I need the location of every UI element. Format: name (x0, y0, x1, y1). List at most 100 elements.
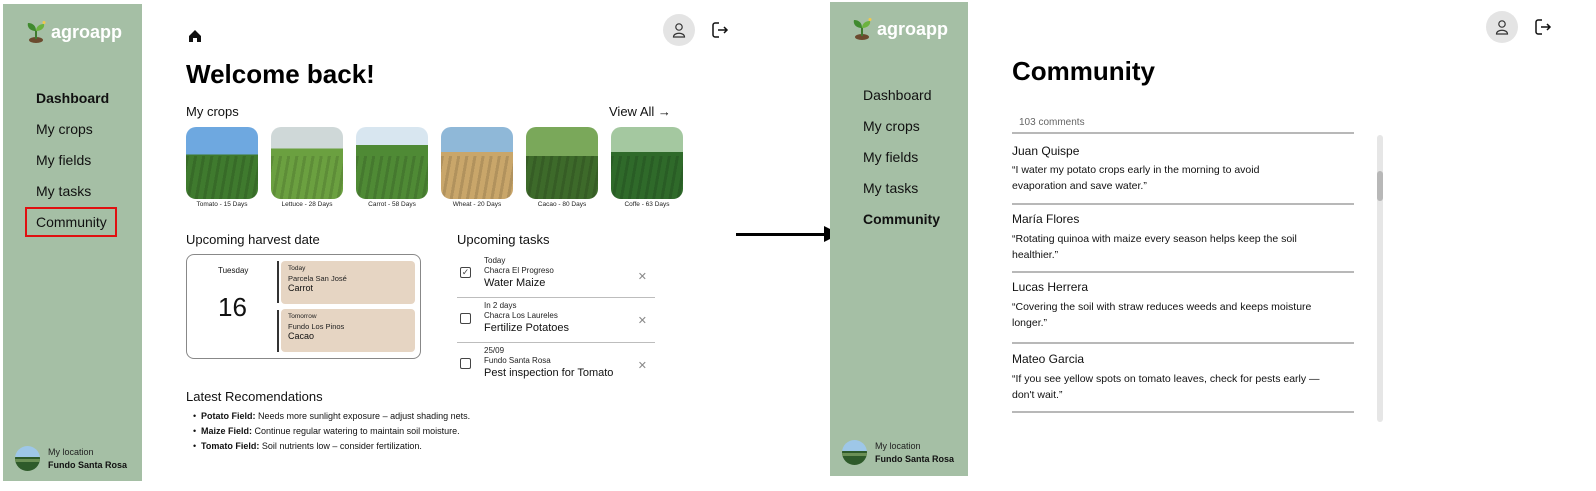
close-icon[interactable]: ✕ (638, 314, 647, 327)
comments-scrollbar[interactable] (1377, 135, 1383, 422)
sprout-icon (27, 21, 46, 43)
crop-caption: Tomato - 15 Days (196, 201, 248, 208)
task-where: Chacra El Progreso (484, 266, 554, 275)
crop-caption: Coffe - 63 Days (624, 201, 670, 208)
comment-text-line: healthier.” (1012, 249, 1059, 261)
sidebar-nav: Dashboard My crops My fields My tasks Co… (863, 85, 940, 240)
task-row: In 2 days Chacra Los Laureles Fertilize … (457, 298, 655, 343)
community-title: Community (1012, 56, 1155, 86)
task-checkbox[interactable]: ✓ (460, 267, 471, 278)
location-widget[interactable]: My location Fundo Santa Rosa (842, 440, 954, 465)
task-when: Today (484, 256, 506, 265)
transition-arrow-line (736, 233, 830, 236)
crop-card-tomato[interactable]: Tomato - 15 Days (186, 127, 258, 208)
nav-my-tasks[interactable]: My tasks (863, 178, 940, 209)
task-row: 25/09 Fundo Santa Rosa Pest inspection f… (457, 343, 655, 388)
scrollbar-thumb[interactable] (1377, 171, 1383, 201)
harvest-item-where: Fundo Los Pinos (288, 322, 345, 331)
crop-image (186, 127, 258, 199)
comment-author: María Flores (1012, 212, 1080, 226)
rec-label: Potato Field: (201, 411, 256, 421)
brand-logo[interactable]: agroapp (851, 17, 948, 41)
crop-card-coffe[interactable]: Coffe - 63 Days (611, 127, 683, 208)
nav-my-fields[interactable]: My fields (36, 150, 109, 181)
comment-divider (1012, 342, 1354, 344)
task-where: Chacra Los Laureles (484, 311, 558, 320)
comment-list: Juan Quispe “I water my potato crops ear… (1012, 132, 1354, 417)
rec-text: Soil nutrients low – consider fertilizat… (259, 441, 422, 451)
task-row: ✓ Today Chacra El Progreso Water Maize ✕ (457, 253, 655, 298)
comment-text-line: “If you see yellow spots on tomato leave… (1012, 373, 1320, 385)
logout-icon[interactable] (710, 20, 730, 40)
crop-card-carrot[interactable]: Carrot - 58 Days (356, 127, 428, 208)
crop-image (441, 127, 513, 199)
right-sidebar: agroapp Dashboard My crops My fields My … (830, 2, 968, 476)
brand-name: agroapp (51, 21, 123, 42)
recommendation-item: Maize Field: Continue regular watering t… (193, 425, 470, 440)
crop-card-cacao[interactable]: Cacao - 80 Days (526, 127, 598, 208)
user-icon (1495, 20, 1509, 35)
task-when: 25/09 (484, 346, 505, 355)
crop-caption: Lettuce - 28 Days (281, 201, 333, 208)
location-avatar (842, 440, 867, 465)
view-all-link[interactable]: View All → (609, 104, 671, 119)
recommendation-item: Tomato Field: Soil nutrients low – consi… (193, 440, 470, 455)
profile-button[interactable] (1486, 11, 1518, 43)
comments-count: 103 comments (1019, 117, 1085, 128)
rec-label: Tomato Field: (201, 441, 260, 451)
rec-text: Continue regular watering to maintain so… (252, 426, 460, 436)
harvest-card: Tuesday 16 Today Parcela San José Carrot… (186, 254, 421, 359)
close-icon[interactable]: ✕ (638, 359, 647, 372)
location-label: My location (48, 447, 94, 457)
tasks-title: Upcoming tasks (457, 232, 550, 247)
task-when: In 2 days (484, 301, 517, 310)
rec-text: Needs more sunlight exposure – adjust sh… (255, 411, 471, 421)
task-checkbox[interactable] (460, 313, 471, 324)
rec-label: Maize Field: (201, 426, 253, 436)
brand-logo[interactable]: agroapp (25, 20, 122, 44)
profile-button[interactable] (663, 14, 695, 46)
location-name: Fundo Santa Rosa (48, 460, 128, 470)
crop-card-lettuce[interactable]: Lettuce - 28 Days (271, 127, 343, 208)
recommendations-list: Potato Field: Needs more sunlight exposu… (193, 410, 470, 455)
comment-author: Mateo Garcia (1012, 352, 1085, 366)
crop-image (526, 127, 598, 199)
location-avatar (15, 446, 40, 471)
harvest-item[interactable]: Tomorrow Fundo Los Pinos Cacao (281, 309, 415, 352)
crop-image (611, 127, 683, 199)
nav-dashboard[interactable]: Dashboard (863, 85, 940, 116)
task-checkbox[interactable] (460, 358, 471, 369)
comment-text-line: longer.” (1012, 317, 1048, 329)
close-icon[interactable]: ✕ (638, 270, 647, 283)
recommendation-item: Potato Field: Needs more sunlight exposu… (193, 410, 470, 425)
brand-name: agroapp (877, 18, 949, 39)
nav-my-crops[interactable]: My crops (863, 116, 940, 147)
comment-author: Juan Quispe (1012, 144, 1080, 158)
comment-divider (1012, 411, 1354, 413)
task-name: Water Maize (484, 277, 546, 289)
harvest-item-when: Today (288, 265, 306, 272)
comment-text-line: “Covering the soil with straw reduces we… (1012, 301, 1312, 313)
crop-caption: Cacao - 80 Days (537, 201, 587, 208)
harvest-item-where: Parcela San José (288, 274, 347, 283)
task-where: Fundo Santa Rosa (484, 356, 551, 365)
community-highlight-box (25, 207, 117, 237)
task-name: Fertilize Potatoes (484, 322, 569, 334)
nav-community[interactable]: Community (863, 209, 940, 240)
harvest-divider (277, 261, 279, 303)
nav-my-fields[interactable]: My fields (863, 147, 940, 178)
comment-text-line: evaporation and save water.” (1012, 180, 1147, 192)
harvest-date: 16 (218, 292, 247, 322)
nav-my-crops[interactable]: My crops (36, 119, 109, 150)
logout-icon[interactable] (1533, 17, 1553, 37)
harvest-item[interactable]: Today Parcela San José Carrot (281, 261, 415, 304)
comment-text-line: “Rotating quinoa with maize every season… (1012, 233, 1297, 245)
location-widget[interactable]: My location Fundo Santa Rosa (15, 446, 127, 471)
comment-divider (1012, 132, 1354, 134)
left-sidebar: agroapp Dashboard My crops My fields My … (3, 4, 142, 481)
task-list: ✓ Today Chacra El Progreso Water Maize ✕… (457, 253, 655, 388)
crop-card-wheat[interactable]: Wheat - 20 Days (441, 127, 513, 208)
comment-divider (1012, 271, 1354, 273)
nav-dashboard[interactable]: Dashboard (36, 88, 109, 119)
home-icon[interactable] (186, 27, 204, 45)
